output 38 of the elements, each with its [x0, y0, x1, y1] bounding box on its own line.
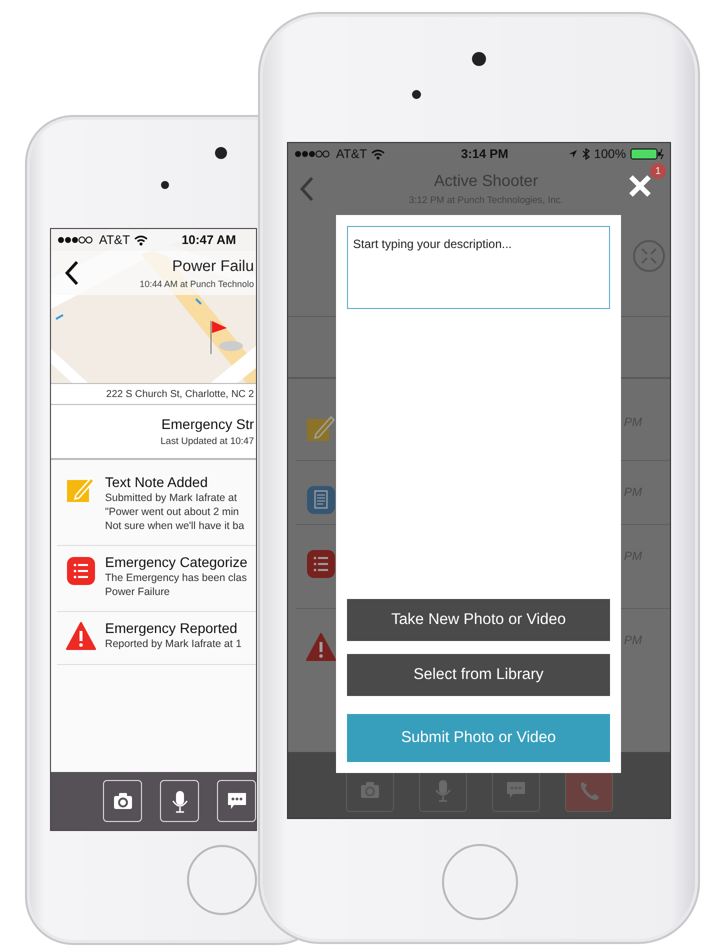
- signal-icon: [57, 235, 95, 245]
- sensor-dot: [161, 181, 169, 189]
- screen-title: Power Failu: [172, 256, 254, 277]
- action-button[interactable]: Take New Photo or Video: [347, 599, 610, 641]
- event-title: Text Note Added: [105, 474, 209, 491]
- notification-badge: 1: [650, 163, 666, 179]
- section-subtitle: Last Updated at 10:47: [160, 434, 254, 449]
- section-title: Emergency Str: [161, 414, 254, 434]
- event-detail: The Emergency has been clas: [105, 571, 248, 585]
- wifi-icon: [371, 148, 386, 160]
- event-detail: "Power went out about 2 min: [105, 505, 240, 519]
- address-text: 222 S Church St, Charlotte, NC 2: [106, 388, 255, 402]
- camera-lens: [215, 147, 227, 159]
- close-icon[interactable]: [628, 174, 652, 198]
- event-detail: Submitted by Mark Iafrate at: [105, 491, 238, 505]
- action-button[interactable]: Select from Library: [347, 654, 610, 696]
- battery-icon: [630, 148, 664, 160]
- status-time: 3:14 PM: [461, 146, 508, 163]
- back-icon[interactable]: [65, 260, 79, 286]
- carrier-name: AT&T: [99, 232, 130, 249]
- screen-subtitle: 10:44 AM at Punch Technolo: [140, 278, 254, 291]
- battery-percent: 100%: [594, 146, 626, 163]
- description-field[interactable]: Start typing your description...: [347, 226, 610, 309]
- camera-lens: [472, 52, 486, 66]
- bluetooth-icon: [582, 148, 590, 160]
- signal-icon: [294, 149, 332, 159]
- list-icon: [66, 554, 96, 586]
- status-time: 10:47 AM: [182, 232, 236, 249]
- event-detail: Not sure when we'll have it ba: [105, 519, 244, 533]
- event-detail: Power Failure: [105, 585, 171, 599]
- event-title: Emergency Categorize: [105, 554, 248, 571]
- location-icon: [568, 149, 578, 159]
- event-title: Emergency Reported: [105, 620, 238, 637]
- warning-icon: [66, 620, 96, 652]
- carrier-name: AT&T: [336, 146, 368, 163]
- wifi-icon: [134, 234, 148, 246]
- event-detail: Reported by Mark Iafrate at 1: [105, 637, 242, 651]
- sensor-dot: [412, 90, 421, 99]
